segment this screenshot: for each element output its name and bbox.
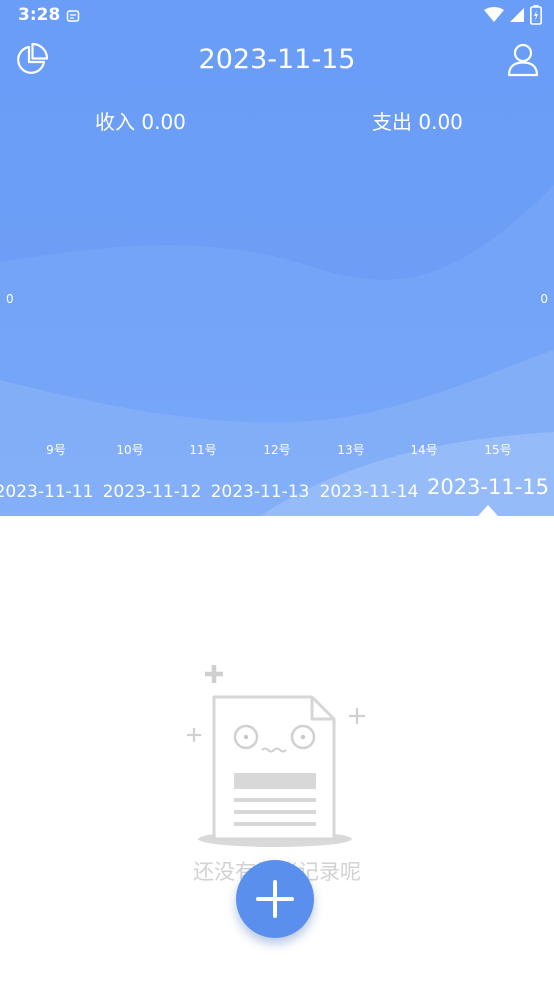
status-time: 3:28 (18, 5, 61, 25)
chart-axis-left-value: 0 (6, 292, 14, 306)
date-item[interactable]: 2023-11-14 (320, 482, 419, 502)
date-item[interactable]: 2023-11-11 (0, 482, 93, 502)
header-panel: 3:28 2023-11-15 收入 0.00 支出 0.00 0 0 9号 1… (0, 0, 554, 516)
day-label: 9号 (46, 443, 66, 457)
day-label: 11号 (189, 443, 217, 457)
day-label: 10号 (116, 443, 144, 457)
day-label: 14号 (410, 443, 438, 457)
wifi-icon (484, 7, 504, 27)
day-label: 12号 (263, 443, 291, 457)
expense-summary: 支出 0.00 (372, 110, 463, 134)
user-icon[interactable] (505, 42, 541, 78)
page-title-date: 2023-11-15 (198, 44, 356, 75)
empty-document-illustration (180, 660, 370, 854)
selected-date-pointer (478, 505, 498, 516)
status-bar: 3:28 (0, 0, 554, 30)
date-item[interactable]: 2023-11-13 (211, 482, 310, 502)
chart-axis-right-value: 0 (540, 292, 548, 306)
day-label: 13号 (337, 443, 365, 457)
day-labels-row: 9号 10号 11号 12号 13号 14号 15号 (0, 441, 554, 459)
notification-icon (66, 8, 80, 27)
plus-icon (256, 880, 294, 918)
battery-icon (530, 5, 542, 29)
income-summary: 收入 0.00 (95, 110, 186, 134)
date-item[interactable]: 2023-11-12 (103, 482, 202, 502)
wave-background (0, 185, 554, 516)
day-label: 15号 (484, 443, 512, 457)
add-record-button[interactable] (236, 860, 314, 938)
date-selector-strip[interactable]: 2023-11-11 2023-11-12 2023-11-13 2023-11… (0, 474, 554, 514)
date-item-selected[interactable]: 2023-11-15 (427, 475, 549, 499)
signal-icon (510, 7, 524, 27)
